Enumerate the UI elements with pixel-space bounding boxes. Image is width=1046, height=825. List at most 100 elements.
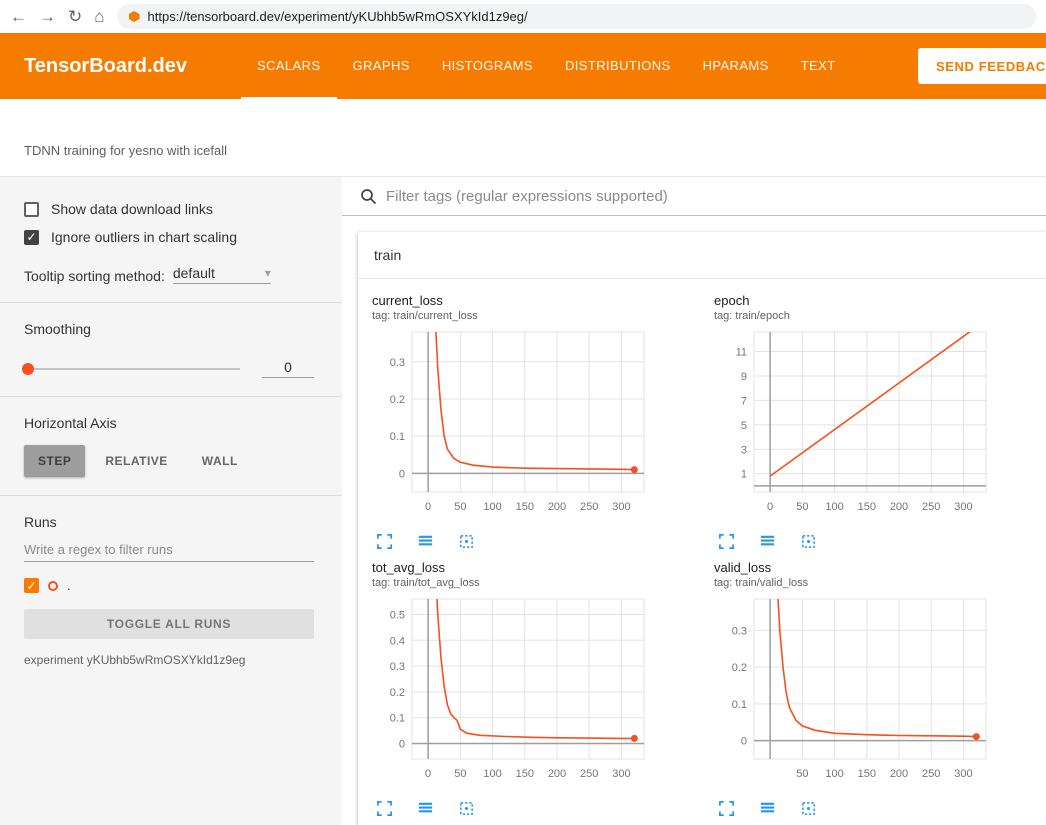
svg-text:150: 150 (516, 501, 534, 513)
tag-filter-input[interactable] (386, 188, 1046, 205)
svg-text:200: 200 (548, 768, 566, 780)
show-download-links-checkbox[interactable]: Show data download links (24, 201, 314, 217)
checkbox-unchecked-icon[interactable] (24, 202, 39, 217)
send-feedback-button[interactable]: SEND FEEDBACK (918, 48, 1046, 84)
chart-pin-icon[interactable] (458, 533, 475, 550)
smoothing-slider-thumb[interactable] (22, 363, 34, 375)
chart-pin-icon[interactable] (800, 800, 817, 817)
browser-chrome: ← → ↻ ⌂ https://tensorboard.dev/experime… (0, 0, 1046, 33)
run-list-item[interactable]: ✓ . (24, 578, 314, 593)
svg-text:50: 50 (796, 501, 808, 513)
forward-icon[interactable]: → (39, 8, 56, 25)
svg-text:11: 11 (736, 347, 747, 359)
chart-tag: tag: train/tot_avg_loss (372, 577, 714, 589)
chart-expand-icon[interactable] (376, 533, 393, 550)
svg-text:0.2: 0.2 (390, 394, 405, 406)
svg-text:0: 0 (399, 739, 405, 751)
tab-text[interactable]: TEXT (785, 33, 852, 99)
svg-text:0.2: 0.2 (732, 662, 747, 674)
run-checkbox-icon[interactable]: ✓ (24, 578, 39, 593)
chart-pin-icon[interactable] (458, 800, 475, 817)
scalars-main: train current_loss tag: train/current_lo… (342, 177, 1046, 825)
sidebar-divider (0, 396, 342, 397)
svg-text:300: 300 (954, 501, 972, 513)
svg-text:9: 9 (741, 371, 747, 383)
valid-loss-chart[interactable]: 5010015020025030000.10.20.3 (714, 593, 994, 793)
svg-text:0: 0 (399, 468, 405, 480)
svg-text:300: 300 (612, 501, 630, 513)
chart-pin-icon[interactable] (800, 533, 817, 550)
chart-data-icon[interactable] (417, 800, 434, 817)
settings-sidebar: Show data download links ✓ Ignore outlie… (0, 177, 342, 825)
epoch-chart[interactable]: 0501001502002503001357911 (714, 326, 994, 526)
search-icon (360, 188, 377, 205)
chart-tag: tag: train/valid_loss (714, 577, 1046, 589)
app-logo: TensorBoard.dev (24, 55, 187, 78)
svg-text:100: 100 (825, 501, 843, 513)
run-color-swatch-icon (48, 581, 58, 591)
svg-text:250: 250 (580, 768, 598, 780)
svg-text:7: 7 (741, 395, 747, 407)
svg-text:5: 5 (741, 420, 747, 432)
chart-data-icon[interactable] (759, 533, 776, 550)
svg-text:0.2: 0.2 (390, 687, 405, 699)
chart-title: valid_loss (714, 560, 1046, 575)
svg-text:0.1: 0.1 (390, 713, 405, 725)
tab-histograms[interactable]: HISTOGRAMS (426, 33, 549, 99)
svg-text:0.3: 0.3 (390, 357, 405, 369)
wall-axis-button[interactable]: WALL (188, 445, 252, 477)
chart-data-icon[interactable] (417, 533, 434, 550)
svg-text:150: 150 (516, 768, 534, 780)
svg-text:0: 0 (767, 501, 773, 513)
tooltip-sorting-label: Tooltip sorting method: (24, 268, 165, 284)
smoothing-value-input[interactable]: 0 (262, 359, 314, 378)
url-text: https://tensorboard.dev/experiment/yKUbh… (148, 9, 528, 24)
chart-tag: tag: train/epoch (714, 310, 1046, 322)
tab-graphs[interactable]: GRAPHS (337, 33, 426, 99)
svg-text:0.5: 0.5 (390, 609, 405, 621)
chart-tag: tag: train/current_loss (372, 310, 714, 322)
tab-scalars[interactable]: SCALARS (241, 33, 337, 99)
svg-text:200: 200 (548, 501, 566, 513)
chart-title: current_loss (372, 293, 714, 308)
chart-expand-icon[interactable] (718, 533, 735, 550)
chart-toolbar (376, 800, 714, 817)
svg-text:0.4: 0.4 (390, 635, 405, 647)
chart-toolbar (376, 533, 714, 550)
relative-axis-button[interactable]: RELATIVE (91, 445, 181, 477)
address-bar[interactable]: https://tensorboard.dev/experiment/yKUbh… (117, 4, 1036, 29)
svg-text:150: 150 (858, 768, 876, 780)
show-download-links-label: Show data download links (51, 201, 213, 217)
experiment-id-text: experiment yKUbhb5wRmOSXYkId1z9eg (24, 653, 314, 667)
svg-text:200: 200 (890, 768, 908, 780)
svg-text:0: 0 (741, 736, 747, 748)
svg-text:250: 250 (922, 768, 940, 780)
svg-text:150: 150 (858, 501, 876, 513)
tooltip-sorting-dropdown[interactable]: default ▾ (173, 265, 271, 284)
chart-expand-icon[interactable] (718, 800, 735, 817)
tab-distributions[interactable]: DISTRIBUTIONS (549, 33, 687, 99)
tot-avg-loss-chart[interactable]: 05010015020025030000.10.20.30.40.5 (372, 593, 652, 793)
current-loss-chart[interactable]: 05010015020025030000.10.20.3 (372, 326, 652, 526)
checkbox-checked-icon[interactable]: ✓ (24, 230, 39, 245)
runs-filter-input[interactable] (24, 536, 314, 562)
chart-card-current-loss: current_loss tag: train/current_loss 050… (372, 293, 714, 550)
chart-title: tot_avg_loss (372, 560, 714, 575)
chart-card-tot-avg-loss: tot_avg_loss tag: train/tot_avg_loss 050… (372, 560, 714, 817)
svg-text:200: 200 (890, 501, 908, 513)
chart-data-icon[interactable] (759, 800, 776, 817)
step-axis-button[interactable]: STEP (24, 445, 85, 477)
sidebar-divider (0, 302, 342, 303)
tab-hparams[interactable]: HPARAMS (687, 33, 785, 99)
back-icon[interactable]: ← (10, 8, 27, 25)
train-section-header[interactable]: train (358, 232, 1046, 279)
toggle-all-runs-button[interactable]: TOGGLE ALL RUNS (24, 609, 314, 639)
svg-text:0.1: 0.1 (390, 431, 405, 443)
ignore-outliers-checkbox[interactable]: ✓ Ignore outliers in chart scaling (24, 229, 314, 245)
svg-text:0.3: 0.3 (732, 625, 747, 637)
chart-expand-icon[interactable] (376, 800, 393, 817)
refresh-icon[interactable]: ↻ (68, 8, 82, 25)
home-icon[interactable]: ⌂ (94, 8, 104, 25)
svg-text:250: 250 (580, 501, 598, 513)
smoothing-slider[interactable] (24, 368, 240, 370)
